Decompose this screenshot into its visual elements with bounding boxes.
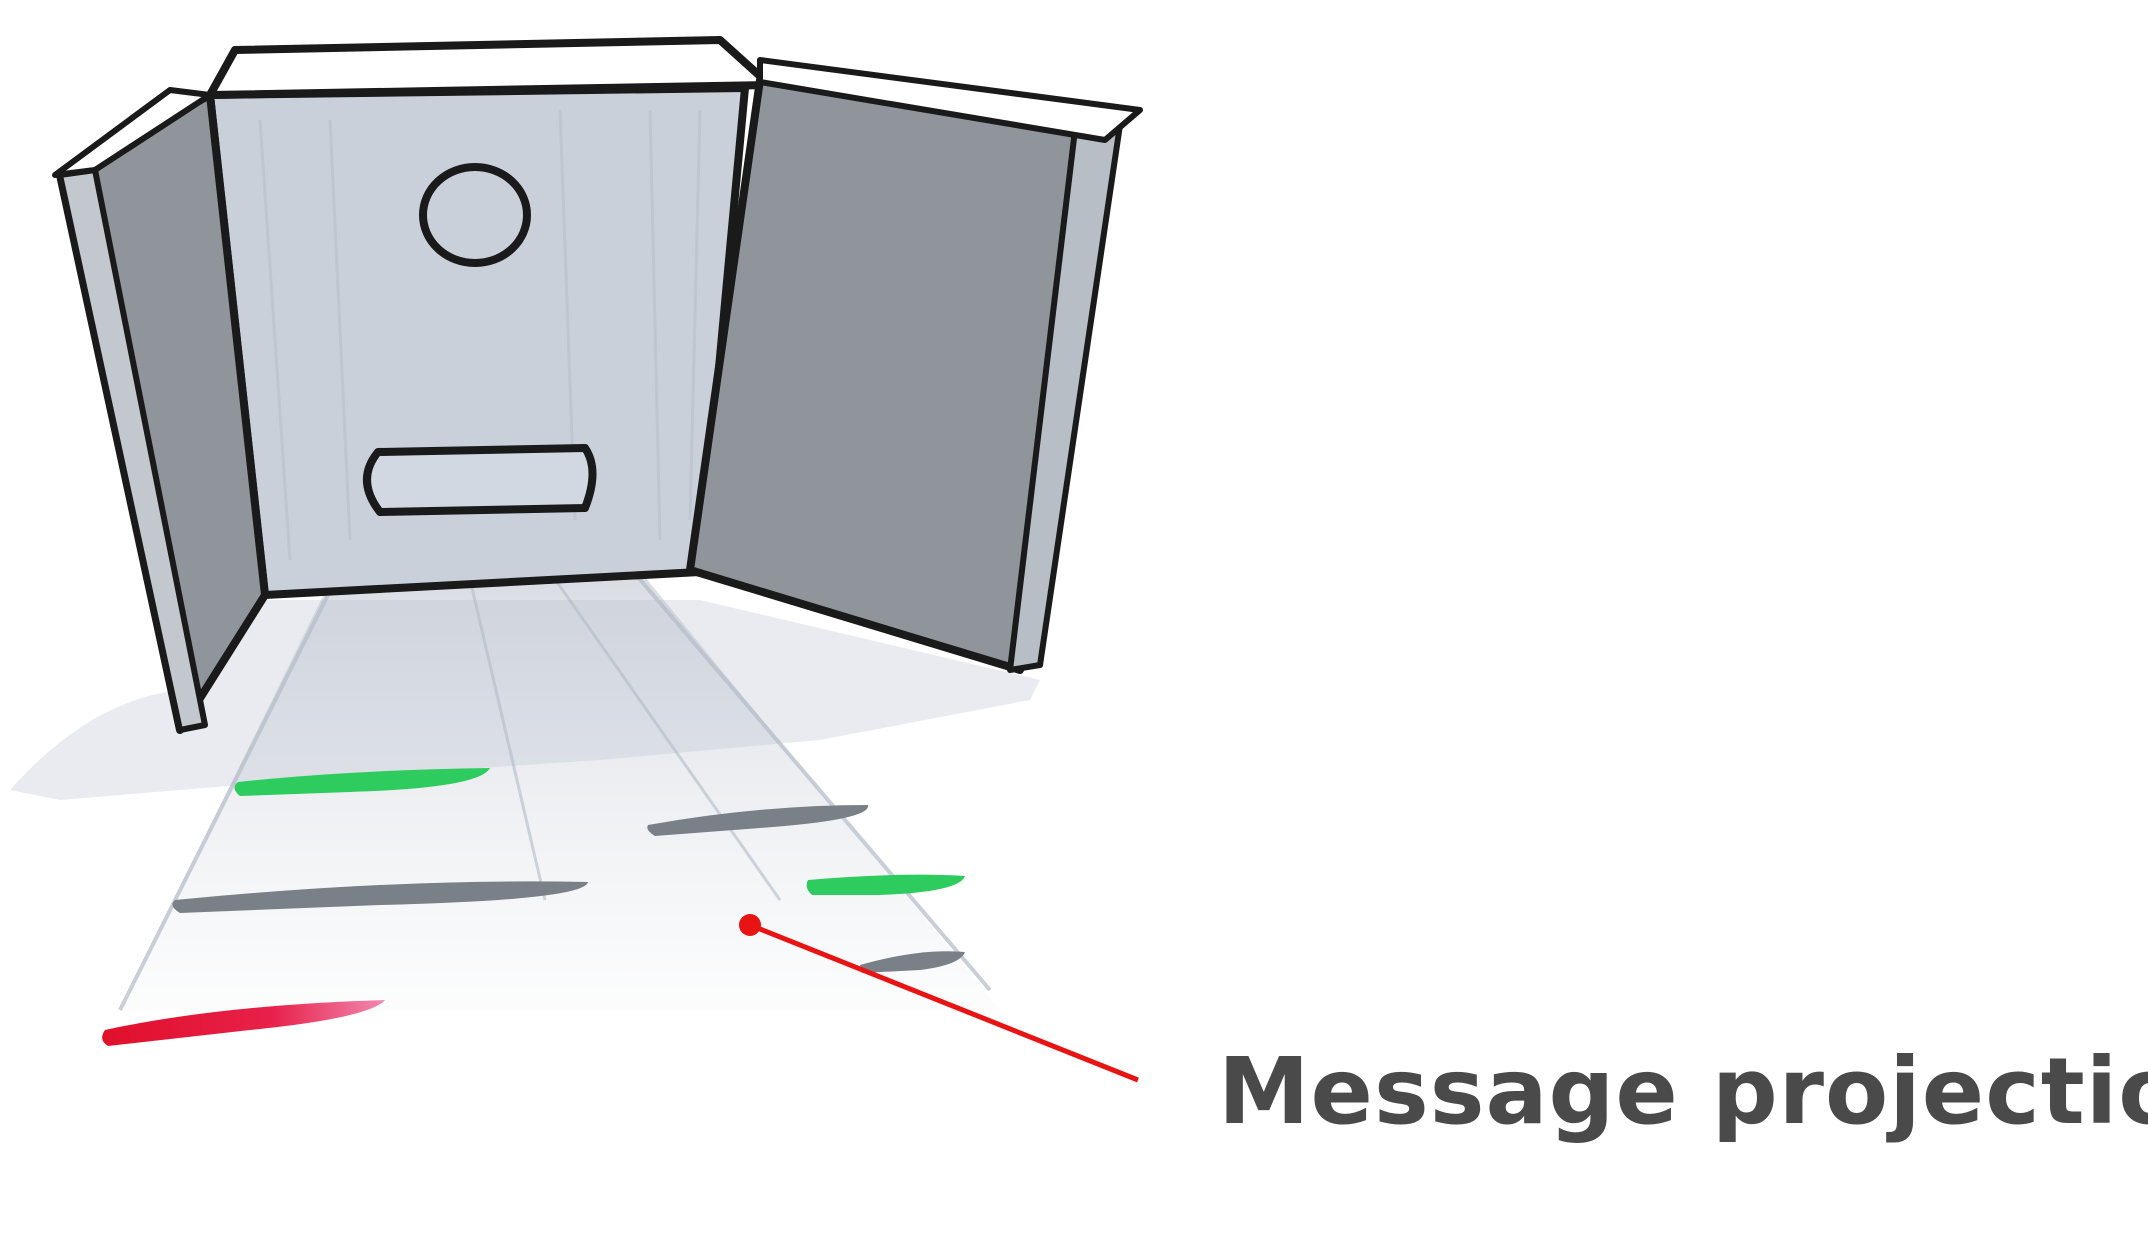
callout-dot [739, 914, 761, 936]
circle-lens-icon [419, 163, 531, 267]
slot-icon [363, 444, 597, 516]
callout-label: Message projection [1218, 1038, 2148, 1145]
top-lid [206, 36, 774, 99]
